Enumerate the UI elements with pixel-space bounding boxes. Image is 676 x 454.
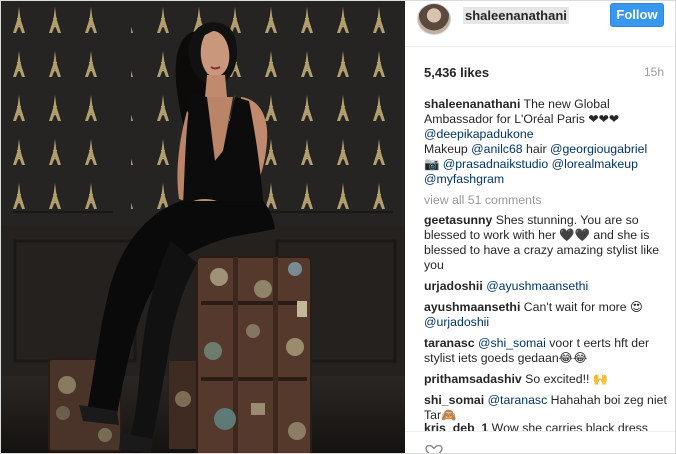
- avatar[interactable]: [417, 3, 451, 35]
- mention-link[interactable]: @ayushmaansethi: [486, 279, 588, 293]
- comment: ayushmaansethi Can't wait for more 😍 @ur…: [424, 300, 670, 330]
- comment-username[interactable]: ayushmaansethi: [424, 300, 520, 314]
- mention-link[interactable]: @taranasc: [488, 393, 548, 407]
- mention-link[interactable]: @georgiougabriel: [550, 142, 647, 156]
- mention-link[interactable]: @urjadoshii: [424, 315, 489, 329]
- comment: prithamsadashiv So excited!! 🙌: [424, 372, 670, 387]
- comment: geetasunny Shes stunning. You are so ble…: [424, 213, 670, 273]
- comment: taranasc @shi_somai voor t eerts hft der…: [424, 336, 670, 366]
- post-photo[interactable]: [1, 1, 405, 453]
- camera-emoji: 📷: [424, 157, 443, 171]
- comment-username[interactable]: urjadoshii: [424, 279, 483, 293]
- comment: urjadoshii @ayushmaansethi: [424, 279, 670, 294]
- heart-icon[interactable]: [424, 445, 444, 454]
- caption-username[interactable]: shaleenanathani: [424, 97, 520, 111]
- comment-username[interactable]: shi_somai: [424, 393, 484, 407]
- header-username[interactable]: shaleenanathani: [463, 7, 569, 24]
- post-timestamp[interactable]: 15h: [644, 65, 664, 79]
- mention-link[interactable]: @myfashgram: [424, 172, 504, 186]
- comment-text: So excited!! 🙌: [521, 372, 609, 386]
- comment-username[interactable]: prithamsadashiv: [424, 372, 522, 386]
- mention-link[interactable]: @lorealmakeup: [552, 157, 638, 171]
- view-all-comments-link[interactable]: view all 51 comments: [424, 193, 670, 208]
- comment-text: Can't wait for more 😍: [520, 300, 643, 314]
- mention-link[interactable]: @deepikapadukone: [424, 127, 534, 141]
- post-sidebar: shaleenanathani Follow 5,436 likes 15h s…: [405, 1, 675, 454]
- comment: shi_somai @taranasc Hahahah boi zeg niet…: [424, 393, 670, 423]
- like-count[interactable]: 5,436 likes: [424, 65, 489, 80]
- photo-illustration: [1, 1, 405, 453]
- mention-link[interactable]: @shi_somai: [478, 336, 546, 350]
- follow-button[interactable]: Follow: [610, 3, 664, 27]
- action-bar: [405, 431, 675, 453]
- mention-link[interactable]: @prasadnaikstudio: [443, 157, 548, 171]
- comment-list: shaleenanathani The new Global Ambassado…: [424, 97, 670, 429]
- caption-text: hair: [522, 142, 550, 156]
- caption: shaleenanathani The new Global Ambassado…: [424, 97, 670, 187]
- instagram-post: shaleenanathani Follow 5,436 likes 15h s…: [0, 0, 676, 454]
- post-header: shaleenanathani Follow: [405, 1, 675, 47]
- comment-username[interactable]: taranasc: [424, 336, 475, 350]
- comment-username[interactable]: geetasunny: [424, 213, 492, 227]
- mention-link[interactable]: @anilc68: [471, 142, 522, 156]
- caption-text: Makeup: [424, 142, 472, 156]
